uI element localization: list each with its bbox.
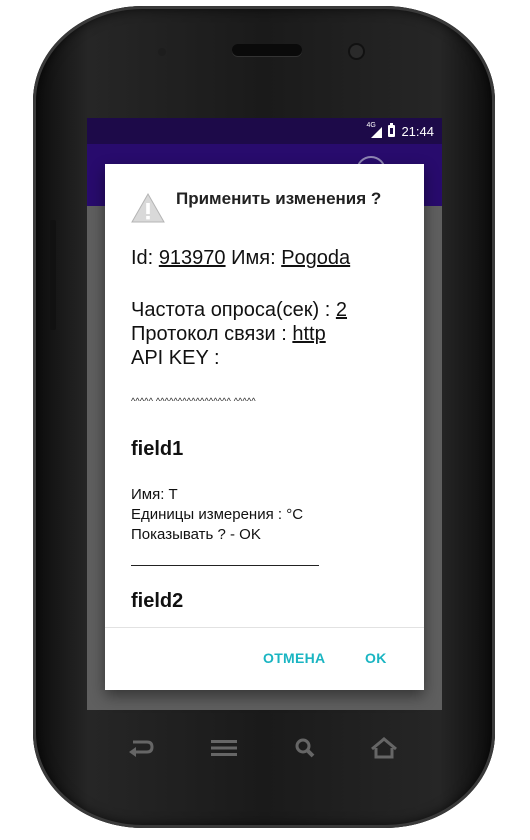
warning-icon — [131, 192, 165, 223]
field-separator — [131, 565, 319, 566]
front-camera — [350, 45, 363, 58]
earpiece-speaker — [232, 44, 302, 56]
search-icon[interactable] — [290, 736, 320, 760]
dialog-divider — [105, 627, 424, 628]
protocol-label: Протокол связи : — [131, 323, 287, 345]
cellular-signal-icon: 4G — [366, 122, 383, 138]
proximity-sensor — [158, 48, 166, 56]
field1-units: Единицы измерения : °C — [131, 506, 304, 523]
status-indicators: 4G 21:44 — [366, 122, 434, 139]
confirm-dialog: Применить изменения ? Id: 913970 Имя: Po… — [105, 164, 424, 690]
field2-title: field2 — [131, 590, 184, 612]
dialog-title: Применить изменения ? — [176, 189, 382, 208]
dialog-header: Применить изменения ? — [130, 188, 420, 232]
back-icon[interactable] — [125, 736, 155, 760]
field1-title: field1 — [131, 438, 184, 460]
id-name-line: Id: 913970 Имя: Pogoda — [131, 246, 350, 270]
status-bar: 4G 21:44 — [87, 118, 442, 144]
name-label: Имя: — [231, 247, 276, 269]
protocol-line: Протокол связи : http — [131, 322, 326, 346]
name-value: Pogoda — [281, 247, 351, 269]
ok-button[interactable]: OK — [365, 650, 387, 666]
volume-button — [50, 220, 56, 330]
home-icon[interactable] — [369, 736, 399, 760]
field1-show: Показывать ? - OK — [131, 526, 261, 543]
field1-name: Имя: T — [131, 486, 178, 503]
poll-rate-value: 2 — [335, 299, 348, 321]
menu-icon[interactable] — [209, 736, 239, 760]
protocol-value: http — [292, 323, 326, 345]
battery-charging-icon — [388, 123, 396, 137]
hardware-nav-bar — [87, 720, 442, 780]
poll-rate-line: Частота опроса(сек) : 2 — [131, 298, 347, 322]
api-key-value: ^^^^^ ^^^^^^^^^^^^^^^^^ ^^^^^ — [131, 396, 256, 406]
poll-rate-label: Частота опроса(сек) : — [131, 299, 331, 321]
id-label: Id: — [131, 247, 154, 269]
api-key-label: API KEY : — [131, 347, 220, 369]
id-value: 913970 — [158, 247, 226, 269]
dialog-body[interactable]: Id: 913970 Имя: Pogoda Частота опроса(се… — [131, 242, 411, 628]
cancel-button[interactable]: ОТМЕНА — [263, 650, 325, 666]
status-time: 21:44 — [401, 123, 434, 139]
